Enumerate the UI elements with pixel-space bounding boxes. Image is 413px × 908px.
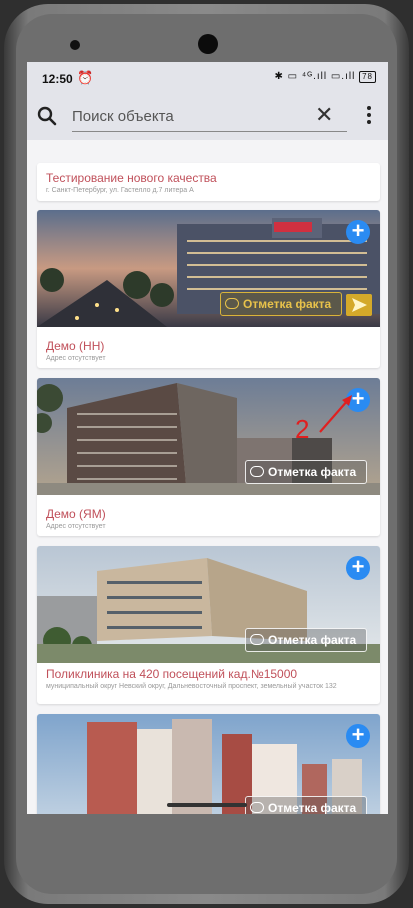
speaker (70, 40, 80, 50)
object-title: Демо (ЯМ) (46, 507, 106, 521)
camera-icon (250, 466, 264, 477)
object-list[interactable]: Тестирование нового качества г. Санкт-Пе… (27, 140, 388, 814)
signal-icons: ✱ ▭ ⁴ᴳ.ıll ▭.ıll (274, 71, 356, 82)
front-camera (198, 34, 218, 54)
status-indicators: ✱ ▭ ⁴ᴳ.ıll ▭.ıll 78 (274, 71, 376, 83)
add-button[interactable]: + (346, 556, 370, 580)
annotation-number: 2 (295, 414, 310, 444)
add-button[interactable]: + (346, 724, 370, 748)
close-icon[interactable]: ✕ (315, 104, 333, 126)
object-card[interactable]: Тестирование нового качества г. Санкт-Пе… (37, 163, 380, 201)
object-address: г. Санкт-Петербург, ул. Гастелло д.7 лит… (46, 187, 194, 194)
object-address: Адрес отсутствует (46, 355, 106, 362)
home-indicator[interactable] (167, 803, 247, 807)
add-button[interactable]: + (346, 220, 370, 244)
send-icon[interactable] (346, 294, 372, 316)
object-title: Поликлиника на 420 посещений кад.№15000 (46, 667, 298, 681)
search-bar: ✕ (27, 94, 388, 140)
battery-level: 78 (362, 72, 373, 81)
status-bar: 12:50 ⏰ ✱ ▭ ⁴ᴳ.ıll ▭.ıll 78 (27, 62, 388, 94)
fact-mark-button[interactable]: Отметка факта (245, 460, 367, 484)
more-vert-icon[interactable] (363, 104, 375, 128)
fact-mark-label: Отметка факта (268, 801, 357, 814)
object-card[interactable]: + Отметка факта (37, 714, 380, 814)
object-title: Демо (НН) (46, 339, 105, 353)
app-screen: 12:50 ⏰ ✱ ▭ ⁴ᴳ.ıll ▭.ıll 78 ✕ Тестирован… (27, 62, 388, 814)
annotation-arrow (319, 395, 352, 433)
fact-mark-button[interactable]: Отметка факта (220, 292, 342, 316)
object-address: Адрес отсутствует (46, 523, 106, 530)
status-time: 12:50 (42, 72, 73, 86)
search-icon[interactable] (37, 106, 57, 126)
alarm-icon: ⏰ (77, 70, 94, 85)
battery-icon: 78 (359, 71, 376, 83)
fact-mark-button[interactable]: Отметка факта (245, 796, 367, 814)
camera-icon (250, 802, 264, 813)
object-title: Тестирование нового качества (46, 171, 217, 185)
fact-mark-label: Отметка факта (268, 633, 357, 647)
fact-mark-label: Отметка факта (243, 297, 332, 311)
object-card[interactable]: + Отметка факта Демо (НН) Адрес отсутств… (37, 210, 380, 368)
object-address: муниципальный округ Невский округ, Дальн… (46, 683, 337, 690)
search-input[interactable] (72, 102, 347, 132)
object-card[interactable]: + Отметка факта Поликлиника на 420 посещ… (37, 546, 380, 704)
camera-icon (225, 298, 239, 309)
fact-mark-button[interactable]: Отметка факта (245, 628, 367, 652)
fact-mark-label: Отметка факта (268, 465, 357, 479)
camera-icon (250, 634, 264, 645)
